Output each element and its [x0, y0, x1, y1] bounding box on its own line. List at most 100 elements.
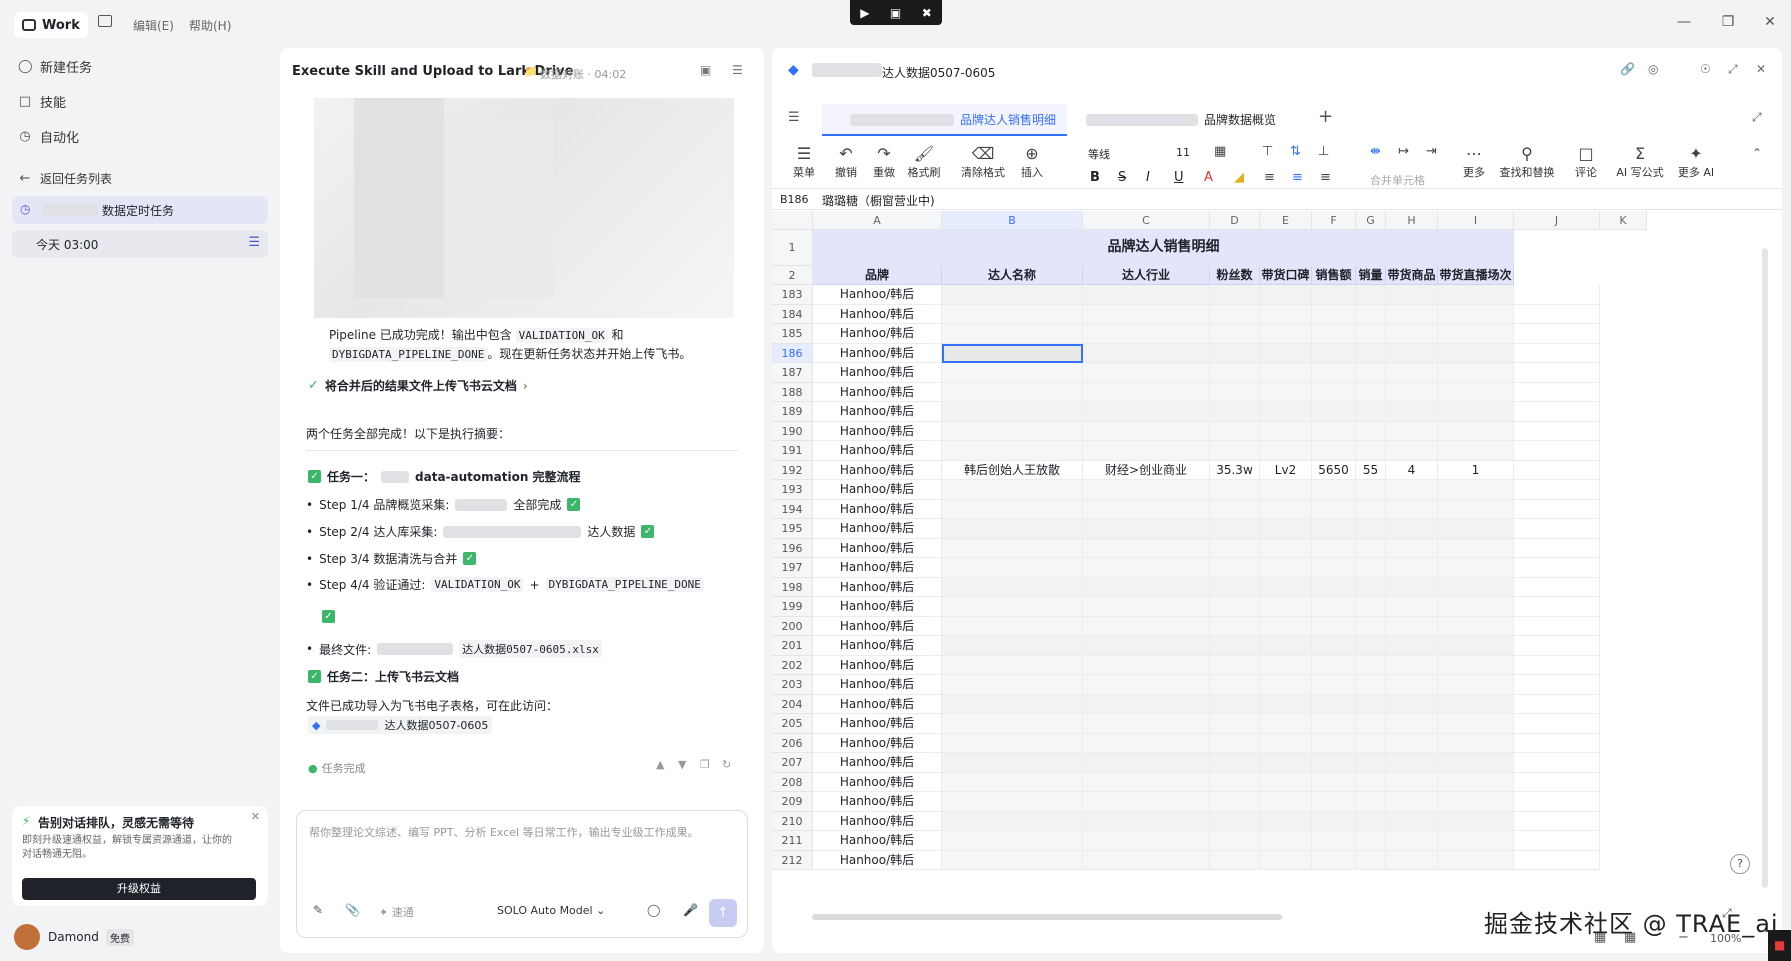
row-header[interactable]: 1: [772, 230, 813, 266]
column-header[interactable]: K: [1600, 211, 1647, 230]
table-cell[interactable]: [1386, 343, 1438, 363]
table-cell[interactable]: [1083, 850, 1210, 870]
table-cell[interactable]: [1514, 363, 1600, 383]
table-cell[interactable]: Hanhoo/韩后: [813, 363, 942, 383]
table-cell[interactable]: [942, 363, 1083, 383]
table-cell[interactable]: [1210, 753, 1260, 773]
list-icon[interactable]: ☰: [248, 235, 260, 250]
table-cell[interactable]: [1210, 499, 1260, 519]
target-icon[interactable]: ◎: [1648, 62, 1658, 76]
table-cell[interactable]: [942, 285, 1083, 305]
tab-sales-detail[interactable]: 品牌达人销售明细: [822, 104, 1067, 136]
panel-icon[interactable]: ▣: [700, 63, 711, 77]
table-cell[interactable]: [1386, 811, 1438, 831]
table-cell[interactable]: [942, 538, 1083, 558]
table-cell[interactable]: [1514, 577, 1600, 597]
table-cell[interactable]: [1210, 636, 1260, 656]
table-cell[interactable]: [1260, 363, 1312, 383]
table-cell[interactable]: [1210, 655, 1260, 675]
row-header[interactable]: 202: [772, 655, 813, 675]
step-upload-row[interactable]: ✓ 将合并后的结果文件上传飞书云文档 ›: [308, 377, 528, 394]
table-cell[interactable]: [1438, 772, 1514, 792]
table-cell[interactable]: [942, 792, 1083, 812]
table-cell[interactable]: [1386, 694, 1438, 714]
table-cell[interactable]: [1260, 811, 1312, 831]
table-cell[interactable]: [1312, 694, 1356, 714]
row-header[interactable]: 184: [772, 304, 813, 324]
table-cell[interactable]: [1210, 811, 1260, 831]
table-cell[interactable]: [1438, 831, 1514, 851]
table-cell[interactable]: [1356, 811, 1386, 831]
table-cell[interactable]: [1356, 655, 1386, 675]
row-header[interactable]: 206: [772, 733, 813, 753]
table-cell[interactable]: [1083, 694, 1210, 714]
table-cell[interactable]: Hanhoo/韩后: [813, 402, 942, 422]
table-cell[interactable]: [1386, 675, 1438, 695]
table-cell[interactable]: [1386, 558, 1438, 578]
table-cell[interactable]: [1210, 519, 1260, 539]
table-cell[interactable]: Hanhoo/韩后: [813, 850, 942, 870]
row-header[interactable]: 209: [772, 792, 813, 812]
table-cell[interactable]: [1386, 363, 1438, 383]
table-cell[interactable]: [1083, 324, 1210, 344]
table-cell[interactable]: [1312, 363, 1356, 383]
table-cell[interactable]: Hanhoo/韩后: [813, 343, 942, 363]
table-cell[interactable]: [1386, 382, 1438, 402]
table-cell[interactable]: [1356, 538, 1386, 558]
cell-reference[interactable]: B186: [780, 193, 809, 206]
row-header[interactable]: 204: [772, 694, 813, 714]
column-header[interactable]: D: [1210, 211, 1260, 230]
freeze-icon[interactable]: ⇼: [1370, 144, 1381, 159]
table-cell[interactable]: [1312, 538, 1356, 558]
table-cell[interactable]: Hanhoo/韩后: [813, 597, 942, 617]
toolbar-comment[interactable]: □ 评论: [1564, 144, 1608, 180]
edit-icon[interactable]: ✎: [313, 903, 323, 917]
table-cell[interactable]: [942, 402, 1083, 422]
table-cell[interactable]: [1083, 616, 1210, 636]
row-header[interactable]: 192: [772, 460, 813, 480]
table-cell[interactable]: Hanhoo/韩后: [813, 382, 942, 402]
table-cell[interactable]: [1356, 636, 1386, 656]
fullscreen-icon[interactable]: ⤢: [1752, 110, 1762, 125]
horizontal-scrollbar[interactable]: [812, 914, 1282, 920]
table-cell[interactable]: [1514, 811, 1600, 831]
table-cell[interactable]: [1312, 285, 1356, 305]
toolbar-insert[interactable]: ⊕ 插入: [1010, 144, 1054, 180]
table-cell[interactable]: [1438, 499, 1514, 519]
sidebar-item-skills[interactable]: □ 技能: [18, 91, 66, 111]
table-cell[interactable]: [1312, 402, 1356, 422]
table-cell[interactable]: [1386, 655, 1438, 675]
speed-toggle[interactable]: ✦ 速通: [379, 904, 414, 920]
table-cell[interactable]: Hanhoo/韩后: [813, 285, 942, 305]
table-cell[interactable]: [1260, 499, 1312, 519]
table-cell[interactable]: [1356, 577, 1386, 597]
table-cell[interactable]: [1312, 733, 1356, 753]
close-icon[interactable]: ✖: [922, 6, 932, 20]
table-cell[interactable]: [1210, 850, 1260, 870]
header-cell[interactable]: 品牌: [813, 266, 942, 285]
table-cell[interactable]: [1386, 441, 1438, 461]
font-select[interactable]: 等线: [1088, 146, 1110, 162]
table-cell[interactable]: [1210, 304, 1260, 324]
table-cell[interactable]: [1386, 733, 1438, 753]
column-header[interactable]: F: [1312, 211, 1356, 230]
row-header[interactable]: 208: [772, 772, 813, 792]
table-cell[interactable]: [1260, 343, 1312, 363]
table-cell[interactable]: [1356, 519, 1386, 539]
table-cell[interactable]: [1210, 363, 1260, 383]
table-cell[interactable]: [1514, 714, 1600, 734]
table-cell[interactable]: [1312, 831, 1356, 851]
table-cell[interactable]: [1260, 772, 1312, 792]
table-cell[interactable]: [1260, 616, 1312, 636]
table-cell[interactable]: Hanhoo/韩后: [813, 675, 942, 695]
model-select[interactable]: SOLO Auto Model ⌄: [497, 904, 605, 917]
row-header[interactable]: 211: [772, 831, 813, 851]
table-cell[interactable]: [1210, 597, 1260, 617]
row-header[interactable]: 198: [772, 577, 813, 597]
table-cell[interactable]: [1210, 675, 1260, 695]
toolbar-menu[interactable]: ☰ 菜单: [782, 144, 826, 180]
table-cell[interactable]: [942, 519, 1083, 539]
thumbs-up-icon[interactable]: ▲: [656, 758, 664, 771]
table-cell[interactable]: [1386, 538, 1438, 558]
table-cell[interactable]: [1210, 831, 1260, 851]
